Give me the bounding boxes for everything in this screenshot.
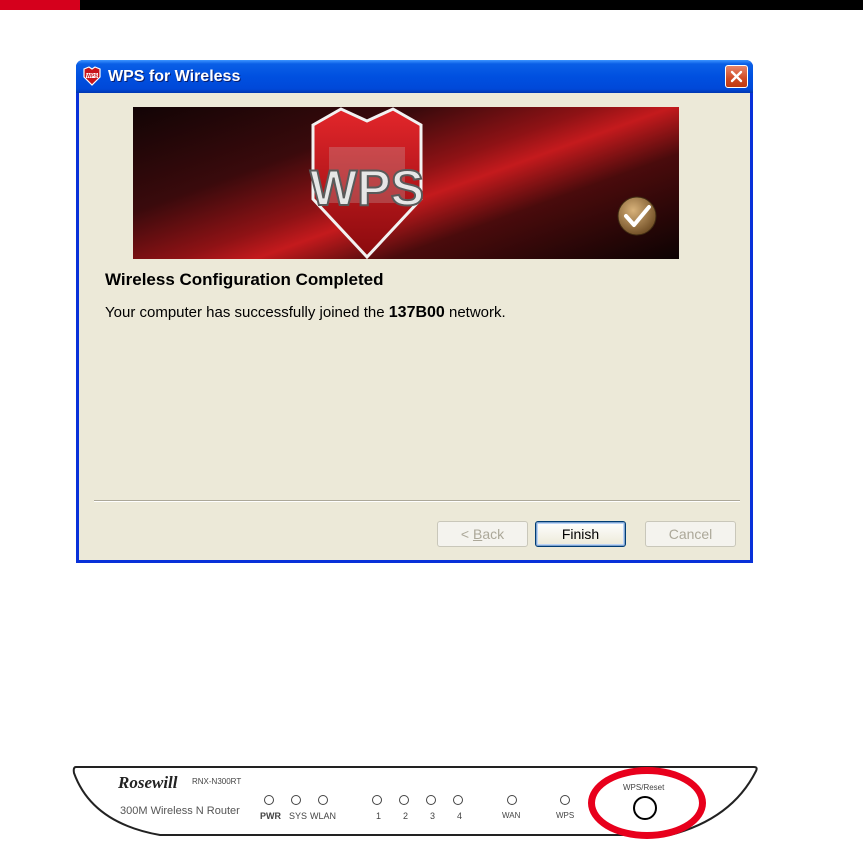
back-button[interactable]: < Back — [437, 521, 528, 547]
led-label-4: 4 — [457, 811, 463, 821]
router-front-panel: Rosewill RNX-N300RT 300M Wireless N Rout… — [70, 763, 760, 840]
cancel-button[interactable]: Cancel — [645, 521, 736, 547]
led-wlan — [318, 795, 328, 805]
led-pwr — [264, 795, 274, 805]
window-title: WPS for Wireless — [108, 68, 241, 85]
router-brand-logo: Rosewill — [118, 773, 178, 792]
svg-text:WPS: WPS — [86, 73, 98, 79]
led-3 — [426, 795, 436, 805]
led-label-wan: WAN — [502, 811, 521, 820]
finish-button[interactable]: Finish — [535, 521, 626, 547]
wps-banner: WPS — [133, 107, 679, 259]
wps-shield-icon: WPS — [83, 66, 101, 86]
completion-heading: Wireless Configuration Completed — [105, 270, 384, 289]
led-wan — [507, 795, 517, 805]
led-label-1: 1 — [376, 811, 382, 821]
banner-wps-text: WPS — [310, 160, 424, 216]
led-1 — [372, 795, 382, 805]
title-bar[interactable]: WPS WPS for Wireless — [76, 60, 753, 93]
header-accent — [0, 0, 80, 10]
back-mnemonic: B — [472, 526, 483, 542]
led-label-3: 3 — [430, 811, 436, 821]
close-button[interactable] — [725, 65, 748, 88]
dialog-content: WPS Wireless Configuration Completed You… — [79, 93, 750, 560]
led-4 — [453, 795, 463, 805]
wps-reset-highlight — [588, 767, 706, 839]
page-header-bar — [0, 0, 863, 10]
completion-message: Your computer has successfully joined th… — [105, 304, 506, 322]
back-rest: ack — [482, 526, 505, 542]
back-prefix: < — [460, 526, 473, 542]
led-label-wps: WPS — [556, 811, 575, 820]
close-icon — [730, 70, 743, 83]
led-label-wlan: WLAN — [310, 811, 337, 821]
button-separator — [94, 500, 740, 502]
router-name: 300M Wireless N Router — [120, 805, 240, 817]
led-label-pwr: PWR — [260, 811, 281, 821]
led-label-sys: SYS — [289, 811, 308, 821]
message-text-after: network. — [444, 304, 506, 321]
led-wps — [560, 795, 570, 805]
led-label-2: 2 — [403, 811, 409, 821]
wps-banner-graphic: WPS — [309, 107, 657, 259]
wps-dialog-window: WPS WPS for Wireless WPS Wireless Config… — [76, 60, 753, 563]
led-sys — [291, 795, 301, 805]
network-name: 137B00 — [388, 304, 445, 321]
message-text-before: Your computer has successfully joined th… — [105, 304, 389, 321]
led-2 — [399, 795, 409, 805]
router-model: RNX-N300RT — [192, 777, 242, 786]
